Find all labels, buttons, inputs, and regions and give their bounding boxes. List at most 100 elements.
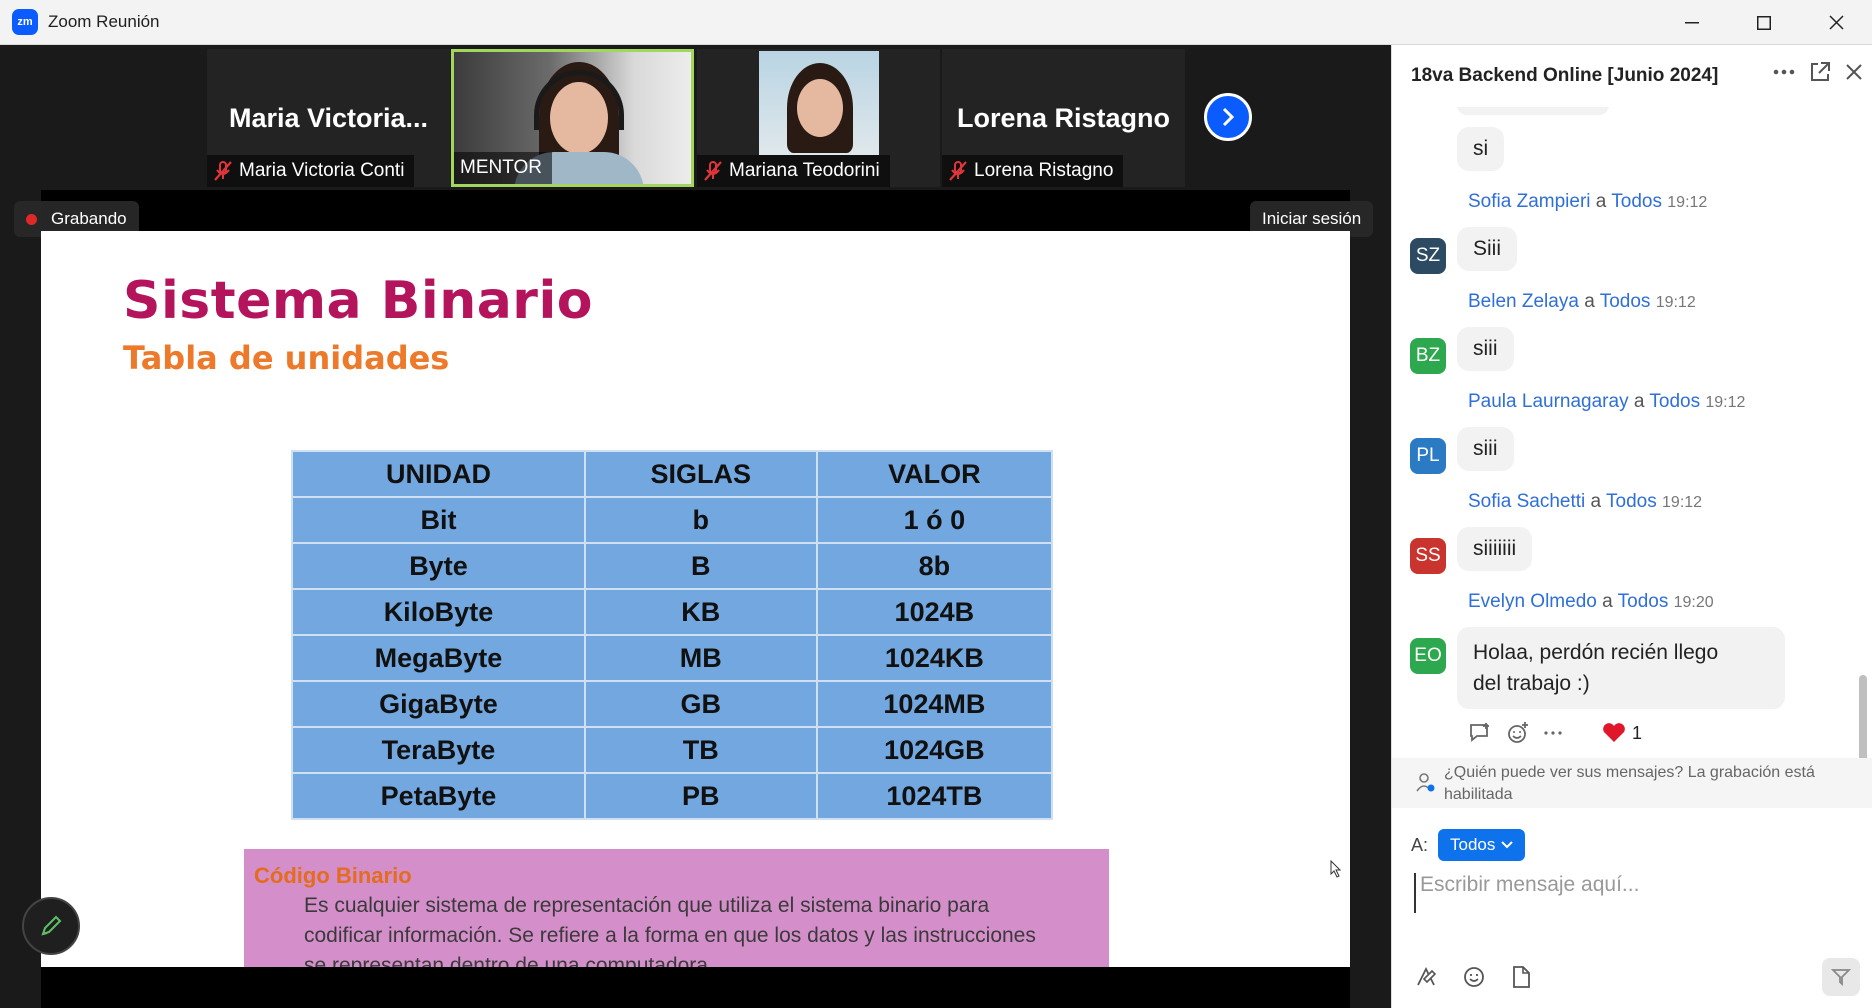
definition-heading: Código Binario [254, 863, 412, 888]
column-header: UNIDAD [291, 450, 586, 498]
recording-label: Grabando [51, 209, 127, 228]
column-header: SIGLAS [583, 450, 818, 498]
slide-subtitle: Tabla de unidades [123, 339, 450, 377]
to-word: a [1584, 291, 1595, 312]
chat-header: 18va Backend Online [Junio 2024] [1392, 45, 1872, 107]
emoji-icon[interactable] [1462, 965, 1486, 989]
table-cell: 1024TB [815, 772, 1054, 820]
definition-line: Es cualquier sistema de representación q… [304, 894, 990, 917]
sender-name[interactable]: Sofia Zampieri [1468, 191, 1591, 212]
reply-icon[interactable] [1468, 722, 1492, 744]
participant-tile[interactable]: Mariana Teodorini [697, 49, 940, 187]
sender-name[interactable]: Sofia Sachetti [1468, 491, 1585, 512]
message-meta: Paula Laurnagaray a Todos 19:12 [1468, 391, 1745, 413]
table-header-row: UNIDAD SIGLAS VALOR [291, 450, 1054, 498]
message-bubble-partial [1457, 107, 1609, 115]
message-time: 19:12 [1662, 494, 1703, 511]
table-cell: KiloByte [291, 588, 586, 636]
muted-mic-icon [704, 161, 722, 181]
more-options-icon[interactable] [1773, 69, 1795, 75]
maximize-button[interactable] [1728, 0, 1800, 45]
pop-out-icon[interactable] [1809, 61, 1831, 83]
avatar: SZ [1410, 238, 1446, 274]
next-page-button[interactable] [1204, 93, 1252, 141]
message-time: 19:12 [1667, 194, 1708, 211]
recipient-name: Todos [1599, 291, 1651, 312]
message-meta: Sofia Zampieri a Todos 19:12 [1468, 191, 1707, 213]
message-line: Holaa, perdón recién llego [1473, 641, 1719, 664]
participant-namebar: Lorena Ristagno [942, 155, 1124, 187]
chevron-down-icon [1501, 841, 1514, 849]
reaction-count: 1 [1632, 722, 1643, 743]
sender-name[interactable]: Evelyn Olmedo [1468, 591, 1597, 612]
mouse-cursor-icon [1330, 860, 1342, 878]
muted-mic-icon [949, 161, 967, 181]
message-bubble: siii [1457, 327, 1514, 371]
shared-slide: Sistema Binario Tabla de unidades UNIDAD… [41, 231, 1350, 993]
reaction-heart[interactable]: 1 [1602, 723, 1642, 744]
participant-tile[interactable]: Maria Victoria... Maria Victoria Conti [207, 49, 450, 187]
share-bottom-bar [41, 967, 1350, 1008]
to-word: a [1633, 391, 1645, 412]
share-top-bar [41, 190, 1350, 231]
participant-label: Lorena Ristagno [974, 160, 1114, 181]
zoom-logo-icon: zm [12, 9, 38, 35]
participant-label: MENTOR [460, 157, 542, 178]
participant-tile[interactable]: Lorena Ristagno Lorena Ristagno [942, 49, 1185, 187]
message-meta: Evelyn Olmedo a Todos 19:20 [1468, 591, 1714, 613]
format-text-icon[interactable] [1414, 965, 1438, 989]
recipient-row: A: Todos [1411, 829, 1526, 861]
message-line: del trabajo :) [1473, 672, 1590, 695]
more-actions-icon[interactable] [1544, 731, 1562, 735]
table-row: KiloByte KB 1024B [291, 588, 1054, 636]
sender-name[interactable]: Belen Zelaya [1468, 291, 1579, 312]
to-word: a [1590, 491, 1602, 512]
sender-name[interactable]: Paula Laurnagaray [1468, 391, 1629, 412]
table-cell: 1 ó 0 [815, 496, 1054, 544]
table-cell: Bit [291, 496, 586, 544]
recipient-value: Todos [1450, 835, 1496, 854]
participant-tile-active-speaker[interactable]: MENTOR [451, 49, 694, 187]
chevron-right-icon [1222, 107, 1235, 127]
table-cell: b [583, 496, 818, 544]
table-cell: 1024KB [815, 634, 1054, 682]
participant-face [797, 79, 843, 137]
table-cell: MB [583, 634, 818, 682]
composer-tools [1414, 965, 1532, 989]
table-cell: 1024MB [815, 680, 1054, 728]
send-icon [1831, 969, 1851, 987]
slide-title: Sistema Binario [123, 271, 593, 331]
annotate-button[interactable] [22, 897, 80, 955]
recipient-dropdown[interactable]: Todos [1438, 829, 1526, 861]
visibility-notice[interactable]: ¿Quién puede ver sus mensajes? La grabac… [1392, 758, 1872, 808]
table-cell: 1024GB [815, 726, 1054, 774]
person-lock-icon [1416, 773, 1435, 792]
participant-namebar: Maria Victoria Conti [207, 155, 415, 187]
video-strip: Maria Victoria... Maria Victoria Conti M… [0, 45, 1391, 190]
window-title: Zoom Reunión [48, 12, 160, 31]
heart-icon [1603, 723, 1625, 742]
file-icon[interactable] [1510, 965, 1532, 989]
units-table: UNIDAD SIGLAS VALOR Bit b 1 ó 0 Byte B 8b Ki… [291, 450, 1054, 820]
table-cell: TB [583, 726, 818, 774]
minimize-button[interactable] [1656, 0, 1728, 45]
message-bubble: siiiiiii [1457, 527, 1533, 571]
to-word: a [1602, 591, 1613, 612]
to-label: A: [1411, 834, 1429, 855]
table-row: GigaByte GB 1024MB [291, 680, 1054, 728]
message-input[interactable]: Escribir mensaje aquí... [1414, 873, 1854, 913]
table-row: Byte B 8b [291, 542, 1054, 590]
avatar: PL [1410, 438, 1446, 474]
participant-display-name: Maria Victoria... [228, 103, 429, 133]
table-cell: PB [583, 772, 818, 820]
send-button[interactable] [1822, 958, 1860, 996]
close-window-button[interactable] [1800, 0, 1872, 45]
muted-mic-icon [214, 161, 232, 181]
close-chat-icon[interactable] [1845, 63, 1863, 81]
add-reaction-icon[interactable] [1506, 721, 1530, 745]
table-cell: GigaByte [291, 680, 586, 728]
title-bar: zm Zoom Reunión [0, 0, 1872, 45]
chat-messages[interactable]: si Sofia Zampieri a Todos 19:12 SZ Siii … [1392, 107, 1872, 807]
message-meta: Sofia Sachetti a Todos 19:12 [1468, 491, 1702, 513]
chat-panel: 18va Backend Online [Junio 2024] si Sofi… [1391, 45, 1872, 1008]
